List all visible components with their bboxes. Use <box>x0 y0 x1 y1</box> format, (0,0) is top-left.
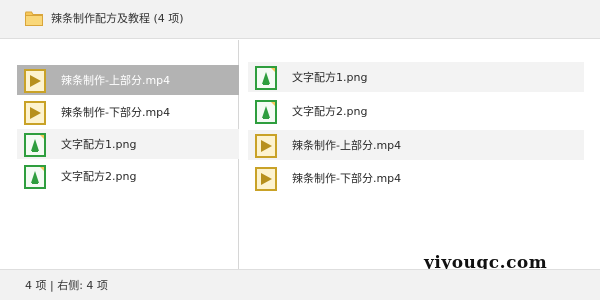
list-item[interactable]: 辣条制作-上部分.mp4 <box>17 65 239 95</box>
list-item-label: 辣条制作-上部分.mp4 <box>61 74 171 87</box>
status-bar: 4 项 | 右侧: 4 项 <box>0 269 600 300</box>
list-item-label: 文字配方1.png <box>292 71 368 84</box>
list-item[interactable]: 文字配方1.png <box>248 62 584 92</box>
image-file-icon <box>24 165 46 189</box>
image-file-icon <box>255 66 277 90</box>
list-item-label: 文字配方2.png <box>292 105 368 118</box>
title-bar: 辣条制作配方及教程 (4 项) <box>0 0 600 39</box>
list-item[interactable]: 文字配方2.png <box>248 96 584 126</box>
list-item[interactable]: 辣条制作-下部分.mp4 <box>248 163 584 193</box>
list-item-label: 辣条制作-下部分.mp4 <box>61 106 171 119</box>
window-title: 辣条制作配方及教程 (4 项) <box>51 12 184 25</box>
list-item[interactable]: 辣条制作-下部分.mp4 <box>17 97 239 127</box>
image-file-icon <box>24 133 46 157</box>
folder-icon <box>25 11 43 26</box>
list-item[interactable]: 辣条制作-上部分.mp4 <box>248 130 584 160</box>
list-item[interactable]: 文字配方1.png <box>17 129 239 159</box>
list-item-label: 辣条制作-下部分.mp4 <box>292 172 402 185</box>
video-file-icon <box>255 167 277 191</box>
status-text: 4 项 | 右侧: 4 项 <box>25 279 108 292</box>
list-item-label: 辣条制作-上部分.mp4 <box>292 139 402 152</box>
right-pane: 文字配方1.png 文字配方2.png 辣条制作-上部分.mp4 辣条制作-下部… <box>240 40 600 269</box>
video-file-icon <box>24 101 46 125</box>
list-item-label: 文字配方2.png <box>61 170 137 183</box>
video-file-icon <box>24 69 46 93</box>
list-item[interactable]: 文字配方2.png <box>17 161 239 191</box>
left-pane: 辣条制作-上部分.mp4 辣条制作-下部分.mp4 文字配方1.png 文字配方… <box>0 40 239 269</box>
list-item-label: 文字配方1.png <box>61 138 137 151</box>
video-file-icon <box>255 134 277 158</box>
image-file-icon <box>255 100 277 124</box>
